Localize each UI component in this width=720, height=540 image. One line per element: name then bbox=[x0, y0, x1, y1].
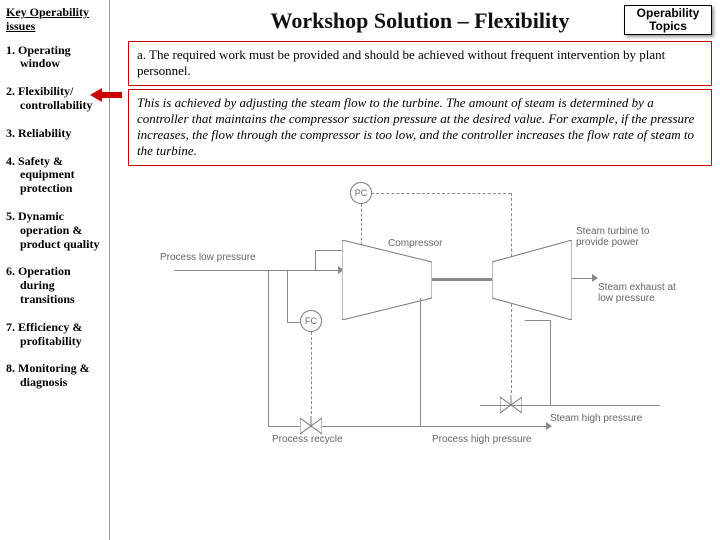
sidebar-item-l2: profitability bbox=[6, 335, 105, 349]
sidebar-item-l2: window bbox=[6, 57, 105, 71]
sidebar-item-reliability[interactable]: 3. Reliability bbox=[6, 127, 105, 141]
recycle-valve-icon bbox=[300, 416, 322, 436]
label-steam-turbine: Steam turbine to provide power bbox=[576, 226, 676, 248]
header: Workshop Solution – Flexibility Operabil… bbox=[128, 4, 712, 38]
sidebar-item-l1: Operating bbox=[18, 43, 71, 57]
sidebar-item-l1: Flexibility/ bbox=[18, 84, 73, 98]
main: Workshop Solution – Flexibility Operabil… bbox=[110, 0, 720, 540]
sidebar-item-l1: Efficiency & bbox=[18, 320, 82, 334]
process-diagram: Process low pressure Compressor Steam tu… bbox=[160, 180, 680, 470]
sidebar-item-num: 6. bbox=[6, 264, 15, 278]
sidebar-item-dynamic[interactable]: 5. Dynamic operation & product quality bbox=[6, 210, 105, 251]
sidebar-item-num: 2. bbox=[6, 84, 15, 98]
diagram-area: Process low pressure Compressor Steam tu… bbox=[128, 180, 712, 470]
sidebar-item-monitoring[interactable]: 8. Monitoring & diagnosis bbox=[6, 362, 105, 390]
sidebar-item-operating-window[interactable]: 1. Operating window bbox=[6, 44, 105, 72]
sidebar-item-l1: Reliability bbox=[18, 126, 71, 140]
fc-controller-icon: FC bbox=[300, 310, 322, 332]
sidebar-item-operation-transitions[interactable]: 6. Operation during transitions bbox=[6, 265, 105, 306]
sidebar-item-num: 4. bbox=[6, 154, 15, 168]
sidebar-item-l1: Monitoring & bbox=[18, 361, 90, 375]
sidebar-item-efficiency[interactable]: 7. Efficiency & profitability bbox=[6, 321, 105, 349]
label-steam-high-pressure: Steam high pressure bbox=[550, 413, 642, 424]
page-title: Workshop Solution – Flexibility bbox=[271, 8, 570, 34]
sidebar-item-l2: operation & product quality bbox=[6, 224, 105, 252]
sidebar-item-num: 1. bbox=[6, 43, 15, 57]
sidebar-item-l2: diagnosis bbox=[6, 376, 105, 390]
label-steam-exhaust: Steam exhaust at low pressure bbox=[598, 282, 678, 304]
sidebar-item-num: 3. bbox=[6, 126, 15, 140]
label-process-low-pressure: Process low pressure bbox=[160, 252, 256, 263]
sidebar-item-num: 8. bbox=[6, 361, 15, 375]
sidebar-item-safety[interactable]: 4. Safety & equipment protection bbox=[6, 155, 105, 196]
solution-box: This is achieved by adjusting the steam … bbox=[128, 89, 712, 166]
slide: Key Operability issues 1. Operating wind… bbox=[0, 0, 720, 540]
operability-topics-button[interactable]: Operability Topics bbox=[624, 5, 712, 35]
requirement-box: a. The required work must be provided an… bbox=[128, 41, 712, 86]
pc-controller-icon: PC bbox=[350, 182, 372, 204]
turbine-icon bbox=[492, 240, 572, 320]
compressor-icon bbox=[342, 240, 432, 320]
sidebar-item-l1: Operation bbox=[18, 264, 71, 278]
sidebar-item-num: 5. bbox=[6, 209, 15, 223]
sidebar-item-l2: equipment protection bbox=[6, 168, 105, 196]
sidebar-item-l1: Safety & bbox=[18, 154, 63, 168]
sidebar-item-l2: during transitions bbox=[6, 279, 105, 307]
sidebar-item-l1: Dynamic bbox=[18, 209, 64, 223]
sidebar-title: Key Operability issues bbox=[6, 6, 105, 34]
label-process-high-pressure: Process high pressure bbox=[432, 434, 532, 445]
sidebar-item-num: 7. bbox=[6, 320, 15, 334]
sidebar: Key Operability issues 1. Operating wind… bbox=[0, 0, 110, 540]
